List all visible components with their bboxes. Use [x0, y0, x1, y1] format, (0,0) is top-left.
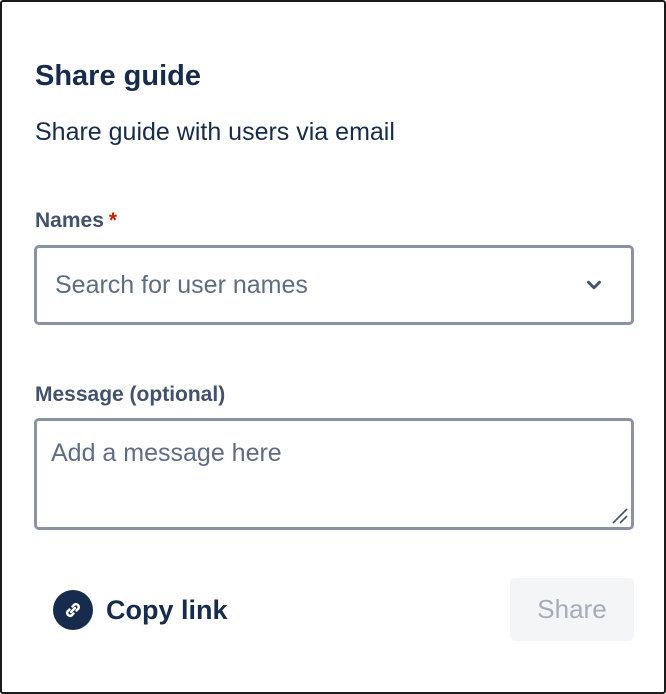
share-guide-dialog: Share guide Share guide with users via e… [0, 0, 666, 694]
names-select-placeholder: Search for user names [55, 271, 308, 299]
required-marker: * [108, 209, 118, 232]
chevron-down-icon[interactable] [583, 274, 605, 296]
copy-link-label: Copy link [106, 594, 228, 625]
share-button[interactable]: Share [510, 578, 634, 641]
message-textarea[interactable] [34, 418, 634, 530]
names-label: Names * [35, 208, 117, 234]
dialog-subtitle: Share guide with users via email [35, 118, 395, 146]
names-select[interactable]: Search for user names [34, 245, 634, 325]
copy-link-button[interactable]: Copy link [53, 589, 228, 631]
link-icon [53, 590, 93, 630]
message-label: Message (optional) [35, 383, 226, 406]
names-label-text: Names [35, 209, 104, 232]
dialog-title: Share guide [35, 60, 201, 92]
